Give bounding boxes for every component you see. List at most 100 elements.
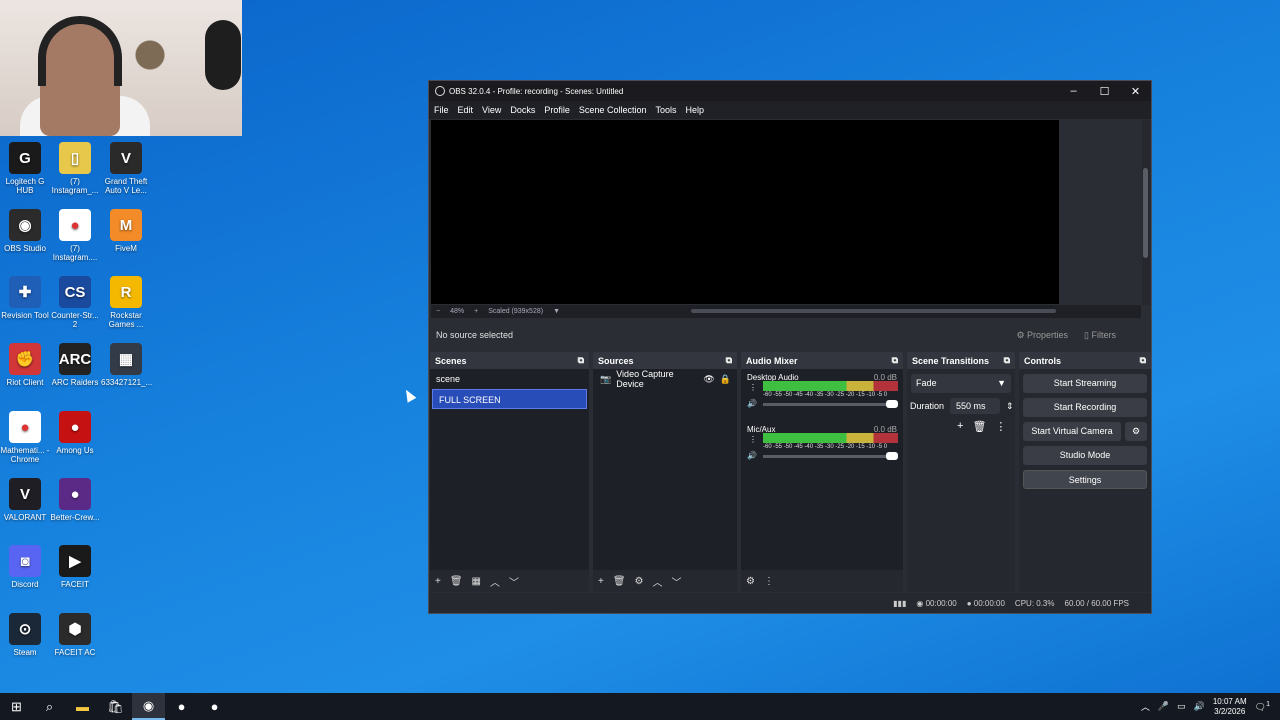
speaker-icon[interactable]: 🔊 bbox=[747, 451, 757, 460]
chevron-up-icon[interactable]: ︿ bbox=[490, 574, 500, 589]
desktop-icon[interactable]: M FiveM bbox=[101, 209, 151, 253]
desktop-icon[interactable]: ⬢ FACEIT AC bbox=[50, 613, 100, 657]
source-item[interactable]: 📷 Video Capture Device 👁 🔒 bbox=[593, 369, 737, 389]
start-virtual-camera-button[interactable]: Start Virtual Camera bbox=[1023, 422, 1121, 441]
start-recording-button[interactable]: Start Recording bbox=[1023, 398, 1147, 417]
properties-button[interactable]: ⚙ Properties bbox=[1008, 327, 1076, 344]
studio-mode-button[interactable]: Studio Mode bbox=[1023, 446, 1147, 465]
desktop-icon[interactable]: ▦ 633427121_... bbox=[101, 343, 152, 387]
chevron-down-icon[interactable]: ▼ bbox=[553, 308, 560, 315]
preview-vertical-scrollbar[interactable] bbox=[1142, 120, 1150, 305]
search-icon[interactable]: ⌕ bbox=[33, 693, 66, 720]
preview-canvas[interactable] bbox=[431, 120, 1059, 304]
chevron-up-icon[interactable]: ︿ bbox=[1141, 700, 1150, 713]
obs-window-title: OBS 32.0.4 - Profile: recording - Scenes… bbox=[449, 86, 624, 96]
chevron-down-icon: ▼ bbox=[997, 378, 1006, 388]
volume-slider[interactable] bbox=[763, 400, 898, 408]
obs-titlebar[interactable]: OBS 32.0.4 - Profile: recording - Scenes… bbox=[429, 81, 1151, 101]
chevron-down-icon[interactable]: ﹀ bbox=[509, 574, 519, 589]
undock-icon[interactable]: ⧉ bbox=[1004, 355, 1010, 366]
advanced-audio-icon[interactable]: ⚙ bbox=[746, 576, 755, 587]
close-icon[interactable]: ✕ bbox=[1120, 85, 1151, 98]
undock-icon[interactable]: ⧉ bbox=[892, 355, 898, 366]
filters-button[interactable]: ▯ Filters bbox=[1076, 327, 1124, 344]
desktop-icon[interactable]: ● Among Us bbox=[50, 411, 100, 455]
desktop-icon[interactable]: ✚ Revision Tool bbox=[0, 276, 50, 320]
undock-icon[interactable]: ⧉ bbox=[726, 355, 732, 366]
preview-horizontal-scrollbar[interactable] bbox=[691, 309, 1056, 313]
notification-icon[interactable]: 🗨1 bbox=[1255, 701, 1270, 713]
menu-docks[interactable]: Docks bbox=[510, 105, 535, 115]
more-icon[interactable]: ⋮ bbox=[995, 420, 1006, 433]
volume-knob[interactable] bbox=[886, 452, 898, 460]
chevron-up-icon[interactable]: ︿ bbox=[653, 574, 663, 589]
volume-icon[interactable]: 🔊 bbox=[1194, 701, 1205, 712]
more-icon[interactable]: ⋮ bbox=[764, 576, 774, 587]
desktop-icon[interactable]: ▶ FACEIT bbox=[50, 545, 100, 589]
speaker-icon[interactable]: 🔊 bbox=[747, 399, 757, 408]
desktop-icon[interactable]: ✊ Riot Client bbox=[0, 343, 50, 387]
desktop-icon-label: FACEIT AC bbox=[54, 648, 96, 657]
stepper-icon[interactable]: ⇕ bbox=[1006, 401, 1014, 412]
network-icon[interactable]: ▭ bbox=[1177, 701, 1186, 712]
desktop-icon[interactable]: ● Better-Crew... bbox=[50, 478, 100, 522]
desktop-icon[interactable]: ▯ (7) Instagram_... bbox=[50, 142, 100, 195]
trash-icon[interactable]: 🗑 bbox=[450, 576, 463, 587]
microsoft-store-icon[interactable]: 🛍 bbox=[99, 693, 132, 720]
trash-icon[interactable]: 🗑 bbox=[613, 576, 626, 587]
filter-icon[interactable]: ▦ bbox=[472, 576, 481, 587]
desktop-icon[interactable]: ARC ARC Raiders bbox=[50, 343, 100, 387]
menu-view[interactable]: View bbox=[482, 105, 501, 115]
desktop-icon[interactable]: ⊙ Steam bbox=[0, 613, 50, 657]
microphone-icon[interactable]: 🎤 bbox=[1158, 701, 1169, 712]
scene-item[interactable]: scene bbox=[430, 369, 589, 389]
desktop-icon-label: Revision Tool bbox=[1, 311, 49, 320]
menu-scene-collection[interactable]: Scene Collection bbox=[579, 105, 647, 115]
menu-profile[interactable]: Profile bbox=[544, 105, 570, 115]
app-icon: ▦ bbox=[110, 343, 142, 375]
start-streaming-button[interactable]: Start Streaming bbox=[1023, 374, 1147, 393]
menu-help[interactable]: Help bbox=[685, 105, 704, 115]
desktop-icon[interactable]: CS Counter-Str... 2 bbox=[50, 276, 100, 329]
trash-icon[interactable]: 🗑 bbox=[972, 420, 986, 433]
menu-edit[interactable]: Edit bbox=[458, 105, 474, 115]
windows-start-icon[interactable]: ⊞ bbox=[0, 693, 33, 720]
chevron-down-icon[interactable]: ﹀ bbox=[672, 574, 682, 589]
maximize-icon[interactable]: ☐ bbox=[1089, 85, 1120, 98]
chrome-profile-taskbar-icon[interactable]: ● bbox=[198, 693, 231, 720]
chrome-taskbar-icon[interactable]: ● bbox=[165, 693, 198, 720]
desktop-icon[interactable]: ◙ Discord bbox=[0, 545, 50, 589]
add-icon[interactable]: + bbox=[435, 576, 441, 587]
undock-icon[interactable]: ⧉ bbox=[578, 355, 584, 366]
menu-file[interactable]: File bbox=[434, 105, 449, 115]
desktop-icon[interactable]: V VALORANT bbox=[0, 478, 50, 522]
duration-input[interactable]: 550 ms bbox=[950, 398, 1001, 414]
desktop-icon[interactable]: G Logitech G HUB bbox=[0, 142, 50, 195]
undock-icon[interactable]: ⧉ bbox=[1140, 355, 1146, 366]
desktop-icon[interactable]: ◉ OBS Studio bbox=[0, 209, 50, 253]
desktop-icon[interactable]: V Grand Theft Auto V Le... bbox=[101, 142, 151, 195]
volume-slider[interactable] bbox=[763, 452, 898, 460]
desktop-icon[interactable]: ● (7) Instagram.... bbox=[50, 209, 100, 262]
transition-select[interactable]: Fade ▼ bbox=[911, 374, 1011, 393]
file-explorer-icon[interactable]: ▬ bbox=[66, 693, 99, 720]
menu-tools[interactable]: Tools bbox=[655, 105, 676, 115]
zoom-out-button[interactable]: − bbox=[436, 308, 440, 315]
desktop-icon[interactable]: ● Mathemati... - Chrome bbox=[0, 411, 50, 464]
lock-icon[interactable]: 🔒 bbox=[720, 374, 731, 385]
desktop-icon[interactable]: R Rockstar Games ... bbox=[101, 276, 151, 329]
zoom-in-button[interactable]: + bbox=[474, 308, 478, 315]
settings-button[interactable]: Settings bbox=[1023, 470, 1147, 489]
gear-icon[interactable]: ⚙ bbox=[635, 576, 644, 587]
add-icon[interactable]: + bbox=[957, 420, 963, 433]
eye-icon[interactable]: 👁 bbox=[703, 374, 714, 385]
minimize-icon[interactable]: – bbox=[1058, 85, 1089, 98]
more-icon[interactable]: ⋮ bbox=[749, 383, 757, 392]
obs-taskbar-icon[interactable]: ◉ bbox=[132, 693, 165, 720]
volume-knob[interactable] bbox=[886, 400, 898, 408]
add-icon[interactable]: + bbox=[598, 576, 604, 587]
virtual-camera-gear-icon[interactable]: ⚙ bbox=[1125, 422, 1147, 441]
scene-item-selected[interactable]: FULL SCREEN bbox=[432, 389, 587, 409]
clock[interactable]: 10:07 AM 3/2/2026 bbox=[1213, 697, 1247, 717]
more-icon[interactable]: ⋮ bbox=[749, 435, 757, 444]
